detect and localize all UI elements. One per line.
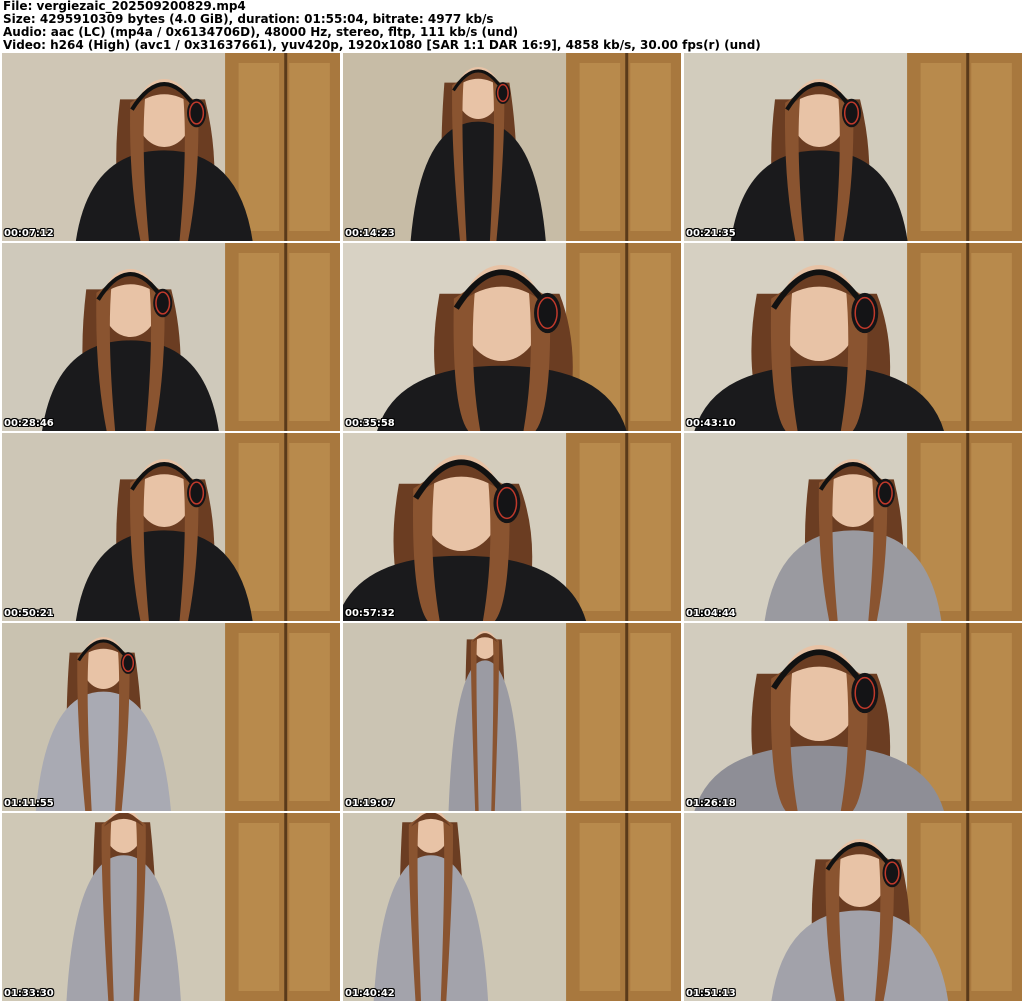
file-info-header: File: vergiezaic_202509200829.mp4 Size: … (3, 0, 1021, 52)
video-thumbnail: 00:35:58 (343, 243, 681, 431)
thumbnail-timestamp: 00:57:32 (345, 608, 395, 619)
thumbnail-timestamp: 00:14:23 (345, 228, 395, 239)
video-thumbnail: 00:50:21 (2, 433, 340, 621)
thumbnail-scene (343, 623, 681, 811)
video-thumbnail: 00:21:35 (684, 53, 1022, 241)
thumbnail-timestamp: 00:21:35 (686, 228, 736, 239)
thumbnail-scene (2, 623, 340, 811)
video-thumbnail: 00:07:12 (2, 53, 340, 241)
thumbnail-timestamp: 01:33:30 (4, 988, 54, 999)
video-info-line: Video: h264 (High) (avc1 / 0x31637661), … (3, 38, 761, 52)
thumbnail-timestamp: 00:35:58 (345, 418, 395, 429)
video-thumbnail: 01:26:18 (684, 623, 1022, 811)
video-thumbnail: 01:11:55 (2, 623, 340, 811)
thumbnail-scene (684, 53, 1022, 241)
thumbnail-timestamp: 00:50:21 (4, 608, 54, 619)
thumbnail-scene (2, 433, 340, 621)
thumbnail-scene (684, 243, 1022, 431)
thumbnail-scene (684, 623, 1022, 811)
thumbnail-timestamp: 01:40:42 (345, 988, 395, 999)
thumbnail-scene (2, 813, 340, 1001)
video-thumbnail: 00:14:23 (343, 53, 681, 241)
thumbnail-scene (343, 53, 681, 241)
video-thumbnail: 00:28:46 (2, 243, 340, 431)
thumbnail-grid: 00:07:12 00:14:23 00:21:35 00:28:46 00:35:58… (2, 53, 1022, 1003)
thumbnail-timestamp: 01:11:55 (4, 798, 54, 809)
thumbnail-timestamp: 01:26:18 (686, 798, 736, 809)
thumbnail-timestamp: 00:43:10 (686, 418, 736, 429)
thumbnail-scene (2, 243, 340, 431)
thumbnail-scene (343, 243, 681, 431)
video-thumbnail: 01:33:30 (2, 813, 340, 1001)
video-thumbnail: 01:51:13 (684, 813, 1022, 1001)
thumbnail-timestamp: 00:28:46 (4, 418, 54, 429)
thumbnail-scene (343, 813, 681, 1001)
thumbnail-timestamp: 01:19:07 (345, 798, 395, 809)
thumbnail-timestamp: 00:07:12 (4, 228, 54, 239)
thumbnail-scene (2, 53, 340, 241)
video-thumbnail: 00:43:10 (684, 243, 1022, 431)
thumbnail-timestamp: 01:51:13 (686, 988, 736, 999)
thumbnail-scene (343, 433, 681, 621)
video-thumbnail: 01:40:42 (343, 813, 681, 1001)
video-thumbnail: 01:19:07 (343, 623, 681, 811)
video-thumbnail: 00:57:32 (343, 433, 681, 621)
thumbnail-scene (684, 813, 1022, 1001)
video-thumbnail: 01:04:44 (684, 433, 1022, 621)
thumbnail-scene (684, 433, 1022, 621)
thumbnail-timestamp: 01:04:44 (686, 608, 736, 619)
